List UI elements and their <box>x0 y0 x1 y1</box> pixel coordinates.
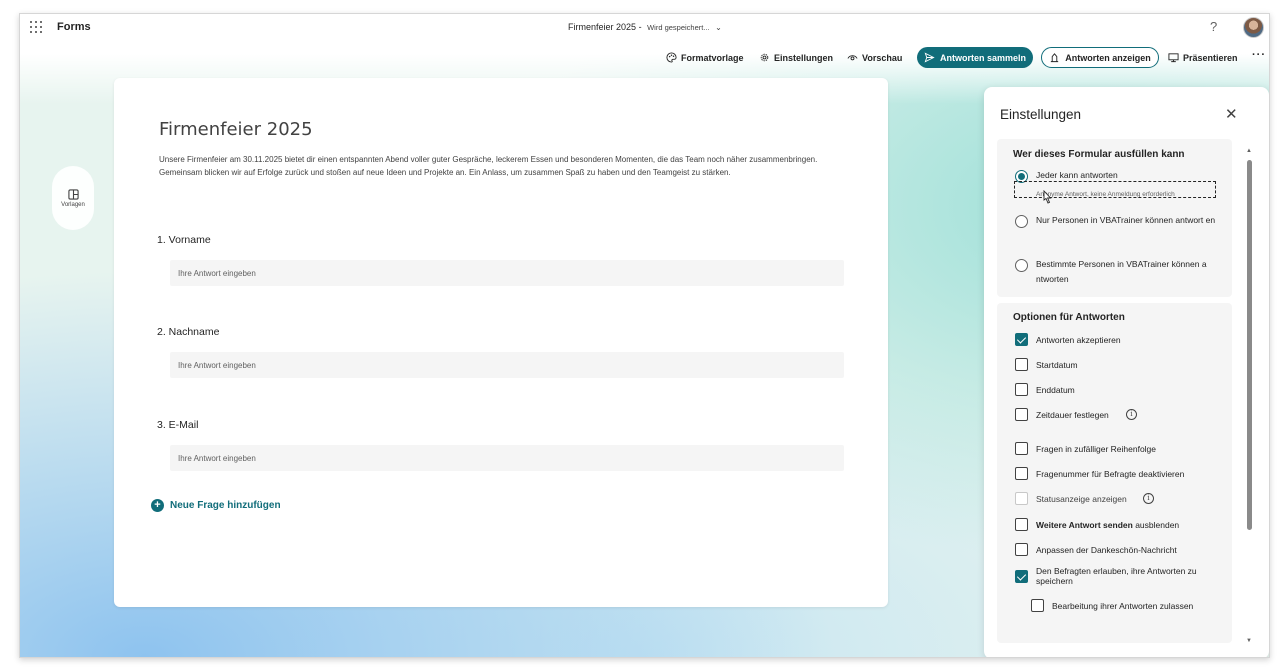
checkbox-end-date[interactable] <box>1015 383 1028 396</box>
document-title[interactable]: Firmenfeier 2025 - Wird gespeichert... ⌄ <box>568 22 722 32</box>
radio-organization-only[interactable] <box>1015 215 1028 228</box>
checkbox-label: Statusanzeige anzeigen <box>1036 494 1127 504</box>
add-question-label: Neue Frage hinzufügen <box>170 500 281 511</box>
app-name[interactable]: Forms <box>57 21 91 33</box>
info-icon[interactable]: i <box>1143 493 1154 504</box>
info-icon[interactable]: i <box>1126 409 1137 420</box>
format-label: Formatvorlage <box>681 52 744 63</box>
close-icon[interactable]: ✕ <box>1225 105 1238 123</box>
eye-icon <box>847 55 858 61</box>
collect-responses-button[interactable]: Antworten sammeln <box>917 47 1033 68</box>
checkbox-label[interactable]: Bearbeitung ihrer Antworten zulassen <box>1052 601 1193 611</box>
gear-icon <box>760 53 769 62</box>
checkbox-shuffle-questions[interactable] <box>1015 442 1028 455</box>
command-bar: Formatvorlage Einstellungen Vorschau Ant… <box>20 47 1269 69</box>
preview-button[interactable]: Vorschau <box>847 52 902 63</box>
help-icon[interactable]: ? <box>1210 19 1217 34</box>
answer-input[interactable]: Ihre Antwort eingeben <box>170 260 844 286</box>
checkbox-label[interactable]: Startdatum <box>1036 360 1078 370</box>
checkbox-hide-submit-another[interactable] <box>1015 518 1028 531</box>
present-label: Präsentieren <box>1183 52 1238 63</box>
who-can-respond-section: Wer dieses Formular ausfüllen kann Jeder… <box>997 139 1232 297</box>
app-window: Forms Firmenfeier 2025 - Wird gespeicher… <box>19 13 1270 658</box>
checkbox-label[interactable]: Anpassen der Dankeschön-Nachricht <box>1036 545 1177 555</box>
templates-label: Vorlagen <box>61 201 85 208</box>
checkbox-disable-question-numbers[interactable] <box>1015 467 1028 480</box>
form-card: Firmenfeier 2025 Unsere Firmenfeier am 3… <box>114 78 888 607</box>
format-button[interactable]: Formatvorlage <box>666 52 744 63</box>
chevron-down-icon: ⌄ <box>715 23 722 32</box>
checkbox-label[interactable]: Enddatum <box>1036 385 1075 395</box>
present-button[interactable]: Präsentieren <box>1168 52 1238 63</box>
checkbox-label[interactable]: Weitere Antwort senden ausblenden <box>1036 520 1179 530</box>
more-options-icon[interactable]: ··· <box>1252 49 1266 61</box>
present-icon <box>1168 53 1179 63</box>
document-title-text: Firmenfeier 2025 <box>568 22 637 32</box>
settings-label: Einstellungen <box>774 52 834 63</box>
checkbox-label-rest: ausblenden <box>1132 520 1180 530</box>
checkbox-accept-responses[interactable] <box>1015 333 1028 346</box>
view-responses-label: Antworten anzeigen <box>1065 52 1151 63</box>
add-question-button[interactable]: + Neue Frage hinzufügen <box>151 499 281 512</box>
answer-input[interactable]: Ihre Antwort eingeben <box>170 445 844 471</box>
checkbox-label[interactable]: Zeitdauer festlegen <box>1036 410 1109 420</box>
save-status: Wird gespeichert... <box>647 23 710 32</box>
section-title: Wer dieses Formular ausfüllen kann <box>1013 149 1185 160</box>
scroll-down-arrow-icon[interactable]: ▼ <box>1246 638 1252 644</box>
checkbox-label[interactable]: Fragenummer für Befragte deaktivieren <box>1036 469 1184 479</box>
templates-button[interactable]: Vorlagen <box>52 166 94 230</box>
view-responses-button[interactable]: Antworten anzeigen <box>1041 47 1159 68</box>
checkbox-label[interactable]: Antworten akzeptieren <box>1036 335 1121 345</box>
palette-icon <box>666 52 677 63</box>
checkbox-label[interactable]: Den Befragten erlauben, ihre Antworten z… <box>1036 566 1216 586</box>
panel-title: Einstellungen <box>1000 107 1082 122</box>
responses-icon <box>1051 53 1059 63</box>
panel-scrollbar-thumb[interactable] <box>1247 160 1252 530</box>
mouse-pointer-icon <box>1043 190 1052 204</box>
form-title[interactable]: Firmenfeier 2025 <box>159 119 313 140</box>
app-launcher-icon[interactable] <box>30 21 42 33</box>
question-label[interactable]: 1. Vorname <box>157 234 211 246</box>
templates-icon <box>67 188 79 200</box>
radio-label[interactable]: Nur Personen in VBATrainer können antwor… <box>1036 213 1216 228</box>
collect-responses-label: Antworten sammeln <box>939 52 1026 63</box>
checkbox-start-date[interactable] <box>1015 358 1028 371</box>
checkbox-allow-edit[interactable] <box>1031 599 1044 612</box>
answer-input[interactable]: Ihre Antwort eingeben <box>170 352 844 378</box>
scroll-up-arrow-icon[interactable]: ▲ <box>1246 148 1252 154</box>
preview-label: Vorschau <box>862 52 903 63</box>
checkbox-label-bold: Weitere Antwort senden <box>1036 520 1133 530</box>
avatar[interactable] <box>1243 17 1264 38</box>
title-separator: - <box>638 22 642 32</box>
top-bar: Forms Firmenfeier 2025 - Wird gespeicher… <box>20 14 1269 42</box>
send-icon <box>924 52 935 63</box>
question-label[interactable]: 2. Nachname <box>157 326 219 338</box>
checkbox-label[interactable]: Fragen in zufälliger Reihenfolge <box>1036 444 1156 454</box>
section-title: Optionen für Antworten <box>1013 312 1125 323</box>
radio-label[interactable]: Bestimmte Personen in VBATrainer können … <box>1036 257 1216 287</box>
form-description[interactable]: Unsere Firmenfeier am 30.11.2025 bietet … <box>159 153 849 179</box>
checkbox-thank-you-message[interactable] <box>1015 543 1028 556</box>
checkbox-time-limit[interactable] <box>1015 408 1028 421</box>
radio-specific-people[interactable] <box>1015 259 1028 272</box>
settings-button[interactable]: Einstellungen <box>759 52 833 63</box>
plus-circle-icon: + <box>151 499 164 512</box>
checkbox-save-responses[interactable] <box>1015 570 1028 583</box>
question-label[interactable]: 3. E-Mail <box>157 419 198 431</box>
checkbox-progress-bar[interactable] <box>1015 492 1028 505</box>
settings-panel: Einstellungen ✕ Wer dieses Formular ausf… <box>984 87 1269 657</box>
